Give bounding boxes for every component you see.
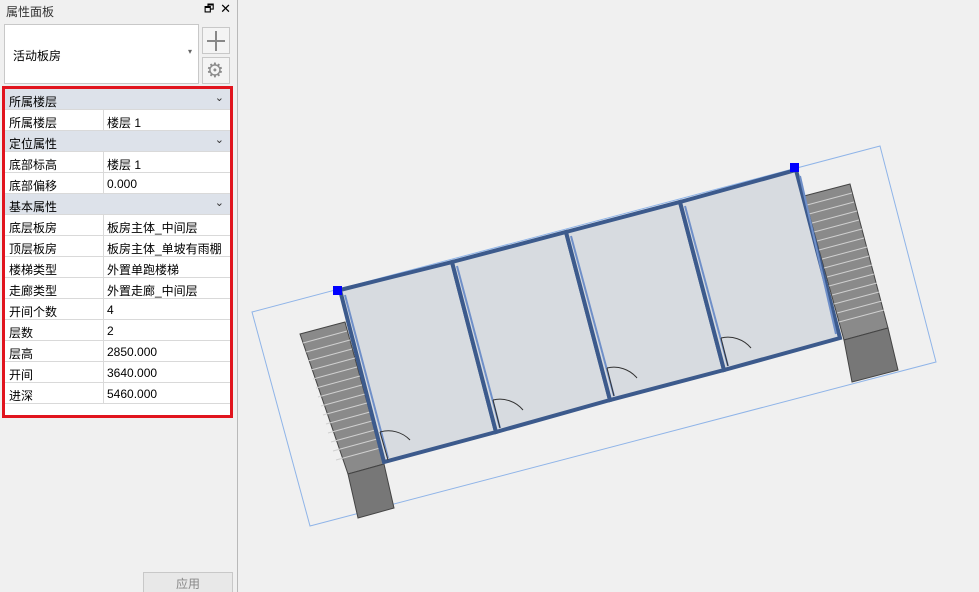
property-row[interactable]: 底部标高 楼层 1	[5, 152, 230, 173]
column-divider	[103, 152, 104, 172]
grip-handle-right[interactable]	[790, 163, 799, 172]
property-key: 开间	[9, 368, 34, 382]
chevron-down-icon[interactable]: ⌄	[215, 91, 224, 104]
column-divider	[103, 383, 104, 403]
column-divider	[103, 236, 104, 256]
property-value[interactable]: 0.000	[107, 177, 137, 191]
grip-handle-left[interactable]	[333, 286, 342, 295]
panel-title-bar: 属性面板 🗗 ✕	[0, 0, 236, 20]
settings-button[interactable]: ⚙	[202, 57, 230, 84]
property-row[interactable]: 层高 2850.000	[5, 341, 230, 362]
column-divider	[103, 215, 104, 235]
property-value[interactable]: 5460.000	[107, 387, 157, 401]
property-value[interactable]: 板房主体_中间层	[107, 219, 198, 236]
property-key: 底部偏移	[9, 179, 58, 193]
group-title: 定位属性	[9, 137, 58, 151]
plus-icon-vertical	[215, 31, 217, 51]
property-value[interactable]: 4	[107, 303, 114, 317]
chevron-down-icon[interactable]: ▾	[188, 47, 192, 56]
chevron-down-icon[interactable]: ⌄	[215, 196, 224, 209]
group-header-basic[interactable]: 基本属性 ⌄	[5, 194, 230, 215]
property-value[interactable]: 楼层 1	[107, 156, 141, 173]
panel-title: 属性面板	[6, 5, 55, 19]
restore-icon[interactable]: 🗗	[204, 4, 214, 15]
type-selector[interactable]: 活动板房 ▾	[4, 24, 199, 84]
property-key: 底部标高	[9, 158, 58, 172]
group-header-position[interactable]: 定位属性 ⌄	[5, 131, 230, 152]
property-key: 进深	[9, 389, 34, 403]
column-divider	[103, 341, 104, 361]
property-grid: 所属楼层 ⌄ 所属楼层 楼层 1 定位属性 ⌄ 底部标高 楼层 1 底部偏移 0…	[2, 86, 233, 418]
property-row[interactable]: 开间个数 4	[5, 299, 230, 320]
property-row[interactable]: 进深 5460.000	[5, 383, 230, 404]
column-divider	[103, 173, 104, 193]
property-value[interactable]: 2850.000	[107, 345, 157, 359]
group-header-floor[interactable]: 所属楼层 ⌄	[5, 89, 230, 110]
group-title: 所属楼层	[9, 95, 58, 109]
column-divider	[103, 299, 104, 319]
property-key: 楼梯类型	[9, 263, 58, 277]
close-icon[interactable]: ✕	[220, 2, 231, 16]
property-value[interactable]: 2	[107, 324, 114, 338]
column-divider	[103, 278, 104, 298]
column-divider	[103, 110, 104, 130]
plan-view[interactable]	[238, 0, 979, 592]
column-divider	[103, 362, 104, 382]
app-window: 属性面板 🗗 ✕ 活动板房 ▾ ⚙ 所属楼层 ⌄ 所属楼层 楼层 1 定位属性 …	[0, 0, 979, 592]
property-row[interactable]: 底部偏移 0.000	[5, 173, 230, 194]
property-row[interactable]: 楼梯类型 外置单跑楼梯	[5, 257, 230, 278]
property-value[interactable]: 外置单跑楼梯	[107, 261, 179, 278]
group-title: 基本属性	[9, 200, 58, 214]
property-key: 顶层板房	[9, 242, 58, 256]
property-row[interactable]: 层数 2	[5, 320, 230, 341]
property-row[interactable]: 顶层板房 板房主体_单坡有雨棚	[5, 236, 230, 257]
property-key: 底层板房	[9, 221, 58, 235]
add-type-button[interactable]	[202, 27, 230, 54]
chevron-down-icon[interactable]: ⌄	[215, 133, 224, 146]
apply-button[interactable]: 应用	[143, 572, 233, 592]
property-key: 开间个数	[9, 305, 58, 319]
property-row[interactable]: 底层板房 板房主体_中间层	[5, 215, 230, 236]
gear-icon: ⚙	[206, 60, 224, 82]
property-row[interactable]: 所属楼层 楼层 1	[5, 110, 230, 131]
property-value[interactable]: 楼层 1	[107, 114, 141, 131]
column-divider	[103, 320, 104, 340]
property-key: 层高	[9, 347, 34, 361]
properties-panel: 属性面板 🗗 ✕ 活动板房 ▾ ⚙ 所属楼层 ⌄ 所属楼层 楼层 1 定位属性 …	[0, 0, 238, 592]
property-value[interactable]: 3640.000	[107, 366, 157, 380]
type-selector-value: 活动板房	[13, 49, 62, 63]
property-value[interactable]: 板房主体_单坡有雨棚	[107, 240, 222, 257]
property-row[interactable]: 开间 3640.000	[5, 362, 230, 383]
column-divider	[103, 257, 104, 277]
property-row[interactable]: 走廊类型 外置走廊_中间层	[5, 278, 230, 299]
property-key: 层数	[9, 326, 34, 340]
property-key: 走廊类型	[9, 284, 58, 298]
property-value[interactable]: 外置走廊_中间层	[107, 282, 198, 299]
property-key: 所属楼层	[9, 116, 58, 130]
drawing-canvas[interactable]	[238, 0, 979, 592]
room-modules[interactable]	[337, 167, 843, 465]
